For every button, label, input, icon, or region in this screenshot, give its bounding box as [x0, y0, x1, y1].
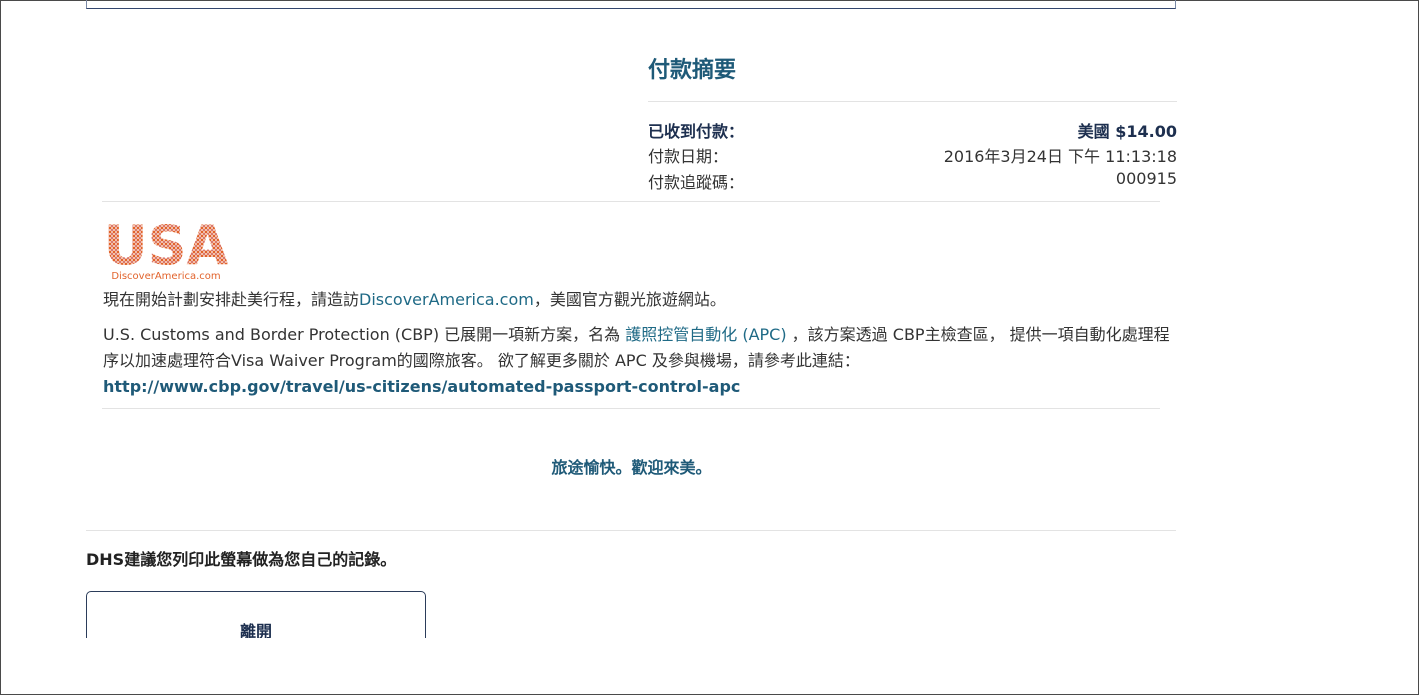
payment-received-label: 已收到付款： [648, 122, 745, 141]
viewport-cutoff [1, 638, 1418, 694]
discover-america-link[interactable]: DiscoverAmerica.com [359, 290, 534, 309]
usa-logo-caption: DiscoverAmerica.com [111, 271, 220, 282]
payment-date-value: 2016年3月24日 下午 11:13:18 [943, 147, 1177, 166]
divider [648, 101, 1177, 102]
previous-section-box [86, 0, 1176, 9]
usa-logo-text-overlay: USA [104, 214, 228, 277]
divider [102, 201, 1160, 202]
divider [86, 530, 1176, 531]
plan-prefix: 現在開始計劃安排赴美行程，請造訪 [103, 290, 360, 309]
apc-link[interactable]: 護照控管自動化 (APC) [625, 325, 786, 344]
dhs-print-note: DHS建議您列印此螢幕做為您自己的記錄。 [86, 550, 397, 569]
payment-date-label: 付款日期： [648, 147, 729, 166]
payment-received-value: 美國 $14.00 [1077, 122, 1177, 141]
payment-tracking-label: 付款追蹤碼： [648, 173, 745, 192]
welcome-message: 旅途愉快。歡迎來美。 [551, 458, 712, 477]
divider [102, 408, 1160, 409]
payment-tracking-value: 000915 [1115, 169, 1177, 188]
apc-url-link[interactable]: http://www.cbp.gov/travel/us-citizens/au… [103, 377, 740, 396]
payment-summary-title: 付款摘要 [648, 58, 737, 83]
plan-suffix: ，美國官方觀光旅遊網站。 [533, 290, 726, 309]
discover-america-logo: USA USA DiscoverAmerica.com [104, 214, 228, 282]
apc-prefix: U.S. Customs and Border Protection (CBP)… [103, 325, 626, 344]
plan-trip-text: 現在開始計劃安排赴美行程，請造訪DiscoverAmerica.com，美國官方… [103, 286, 726, 310]
apc-info-text: U.S. Customs and Border Protection (CBP)… [103, 322, 1173, 400]
